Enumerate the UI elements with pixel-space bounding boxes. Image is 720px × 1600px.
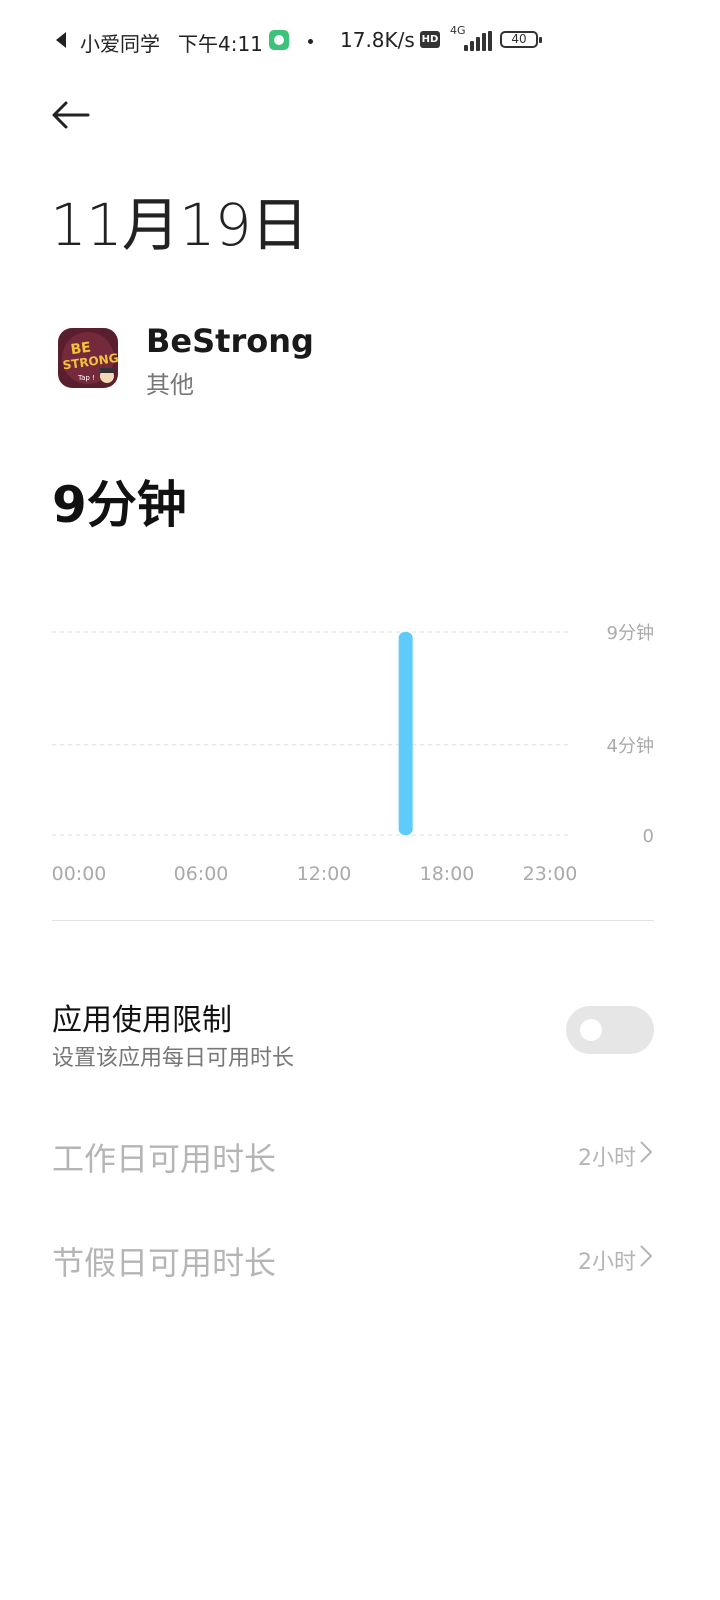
- y-tick-label: 9分钟: [607, 623, 654, 644]
- holiday-limit-row[interactable]: 节假日可用时长 2小时: [0, 1224, 720, 1294]
- app-category: 其他: [146, 371, 194, 399]
- app-name: BeStrong: [146, 322, 314, 360]
- hd-icon: HD: [420, 31, 440, 48]
- limit-title: 应用使用限制: [52, 1003, 232, 1038]
- svg-text:Tap !: Tap !: [77, 374, 95, 382]
- back-button[interactable]: [48, 92, 94, 138]
- chevron-right-icon: [640, 1245, 653, 1267]
- x-tick-label: 23:00: [523, 863, 578, 885]
- holiday-limit-value: 2小时: [578, 1250, 636, 1275]
- notification-dot-icon: [308, 39, 313, 44]
- limit-description: 设置该应用每日可用时长: [52, 1046, 295, 1071]
- battery-icon: 40: [500, 31, 542, 48]
- weekday-limit-label: 工作日可用时长: [52, 1140, 277, 1178]
- page-title: 11月19日: [50, 191, 309, 259]
- back-to-app-icon[interactable]: [56, 32, 66, 48]
- signal-icon: [460, 31, 492, 51]
- usage-chart: 9分钟 4分钟 0 00:00 06:00 12:00 18:00 23:00: [0, 610, 720, 900]
- weekday-limit-row[interactable]: 工作日可用时长 2小时: [0, 1120, 720, 1190]
- holiday-limit-label: 节假日可用时长: [52, 1244, 277, 1282]
- x-tick-label: 06:00: [174, 863, 229, 885]
- weekday-limit-value: 2小时: [578, 1146, 636, 1171]
- toggle-knob: [580, 1019, 602, 1041]
- x-tick-label: 12:00: [297, 863, 352, 885]
- notification-app-icon: [269, 30, 289, 50]
- x-tick-label: 18:00: [420, 863, 475, 885]
- bestrong-app-icon: BE STRONG Tap !: [58, 328, 118, 388]
- status-assistant-label: 小爱同学: [80, 32, 160, 56]
- usage-bar: [398, 632, 413, 835]
- network-speed: 17.8K/s: [340, 28, 415, 52]
- usage-total: 9分钟: [52, 476, 187, 534]
- y-tick-label: 4分钟: [607, 736, 654, 757]
- status-time: 下午4:11: [178, 32, 263, 56]
- limit-toggle[interactable]: [566, 1006, 654, 1054]
- x-tick-label: 00:00: [52, 863, 107, 885]
- status-bar: 小爱同学 下午4:11 17.8K/s HD 4G 40: [0, 24, 720, 58]
- y-tick-label: 0: [643, 826, 654, 847]
- chevron-right-icon: [640, 1141, 653, 1163]
- divider: [52, 920, 654, 921]
- arrow-left-icon: [52, 101, 90, 129]
